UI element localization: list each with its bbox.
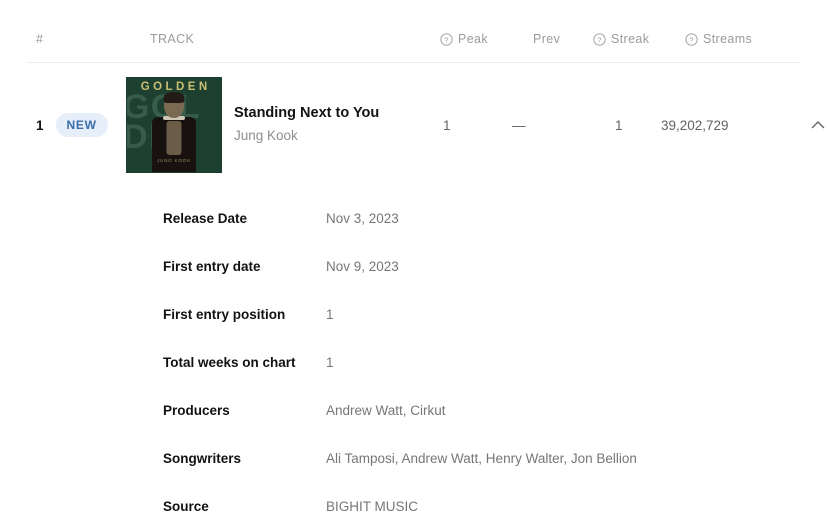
track-text: Standing Next to You Jung Kook — [234, 104, 379, 145]
detail-value: Nov 3, 2023 — [326, 211, 399, 226]
cell-streak: 1 — [615, 117, 623, 133]
detail-label: First entry date — [163, 259, 261, 274]
track-title[interactable]: Standing Next to You — [234, 104, 379, 124]
column-header-peak: ? Peak — [440, 32, 533, 46]
album-cover-title: GOLDEN — [140, 81, 211, 93]
detail-label: First entry position — [163, 307, 286, 322]
detail-label: Source — [163, 499, 209, 514]
detail-value: 1 — [326, 355, 334, 370]
chevron-up-icon[interactable] — [808, 115, 828, 135]
question-circle-icon[interactable]: ? — [685, 32, 698, 46]
detail-row: Songwriters Ali Tamposi, Andrew Watt, He… — [0, 436, 828, 484]
column-header-peak-label: Peak — [458, 32, 488, 46]
svg-text:?: ? — [689, 35, 693, 44]
cell-peak: 1 — [443, 117, 451, 133]
svg-text:?: ? — [597, 35, 601, 44]
detail-value: BIGHIT MUSIC — [326, 499, 419, 514]
question-circle-icon[interactable]: ? — [593, 32, 606, 46]
column-header-prev-label: Prev — [533, 32, 561, 46]
detail-value: Ali Tamposi, Andrew Watt, Henry Walter, … — [326, 451, 637, 466]
table-header-row: # TRACK ? Peak Prev ? Streak ? Streams — [0, 22, 828, 56]
detail-row: First entry position 1 — [0, 292, 828, 340]
cell-rank: 1 NEW — [0, 113, 126, 137]
detail-row: First entry date Nov 9, 2023 — [0, 244, 828, 292]
column-header-streams-label: Streams — [703, 32, 753, 46]
detail-label: Total weeks on chart — [163, 355, 296, 370]
table-row[interactable]: 1 NEW GOL DEN GOLDEN JUNG KOOK Standing … — [0, 75, 828, 175]
column-header-streams: ? Streams — [685, 32, 795, 46]
detail-label: Release Date — [163, 211, 248, 226]
detail-row: Producers Andrew Watt, Cirkut — [0, 388, 828, 436]
column-header-prev: Prev — [533, 32, 593, 46]
cell-track: GOL DEN GOLDEN JUNG KOOK Standing Next t… — [126, 77, 416, 173]
column-header-rank: # — [36, 32, 44, 46]
detail-row: Total weeks on chart 1 — [0, 340, 828, 388]
cell-toggle — [771, 115, 828, 135]
track-details-panel: Release Date Nov 3, 2023 First entry dat… — [0, 196, 828, 532]
cell-prev: — — [512, 117, 526, 133]
detail-value: Nov 9, 2023 — [326, 259, 399, 274]
detail-label: Songwriters — [163, 451, 242, 466]
detail-value: 1 — [326, 307, 334, 322]
chart-table: # TRACK ? Peak Prev ? Streak ? Streams 1… — [0, 0, 828, 521]
column-header-streak-label: Streak — [611, 32, 650, 46]
album-cover-art[interactable]: GOL DEN GOLDEN JUNG KOOK — [126, 77, 222, 173]
svg-text:?: ? — [444, 35, 448, 44]
detail-row: Release Date Nov 3, 2023 — [0, 196, 828, 244]
column-header-track: TRACK — [150, 32, 195, 46]
rank-number: 1 — [36, 117, 44, 133]
status-badge-new: NEW — [55, 113, 108, 137]
column-header-streak: ? Streak — [593, 32, 685, 46]
header-divider — [27, 62, 801, 63]
question-circle-icon[interactable]: ? — [440, 32, 453, 46]
album-cover-footer: JUNG KOOK — [157, 158, 191, 163]
detail-row: Source BIGHIT MUSIC — [0, 484, 828, 532]
detail-value: Andrew Watt, Cirkut — [326, 403, 446, 418]
track-artist[interactable]: Jung Kook — [234, 126, 379, 146]
detail-label: Producers — [163, 403, 230, 418]
cell-streams: 39,202,729 — [661, 117, 729, 133]
